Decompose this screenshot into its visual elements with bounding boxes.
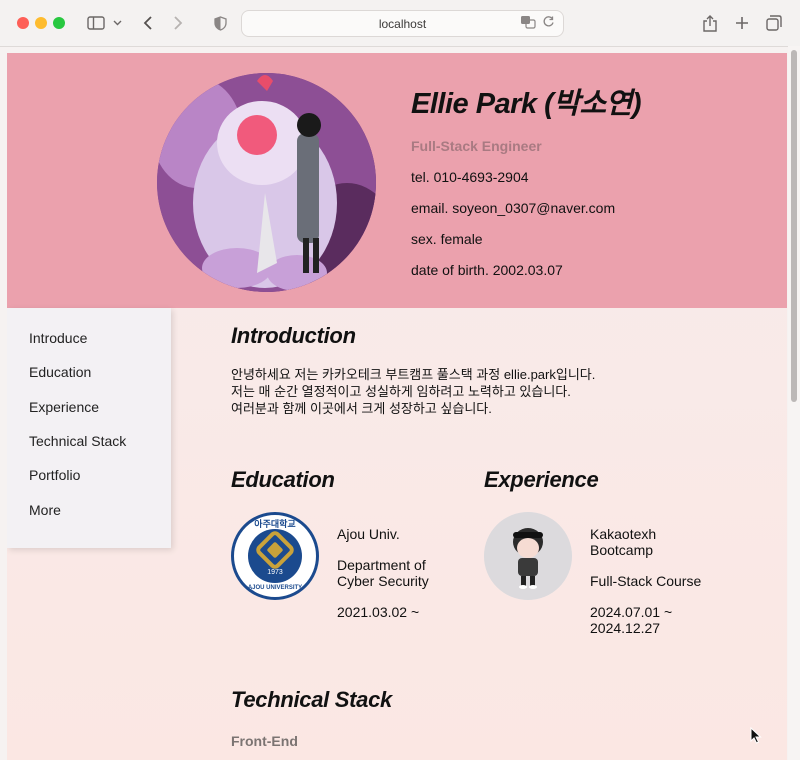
sidebar-toggle-icon[interactable] xyxy=(84,11,108,35)
education-date: 2021.03.02 ~ xyxy=(337,604,420,620)
profile-role: Full-Stack Engineer xyxy=(411,138,542,154)
reload-icon[interactable] xyxy=(542,15,555,32)
profile-photo xyxy=(157,73,376,292)
address-bar[interactable]: localhost xyxy=(241,10,564,37)
tab-overview-icon[interactable] xyxy=(764,11,784,35)
experience-org-line2: Bootcamp xyxy=(590,542,654,558)
nav-item-more[interactable]: More xyxy=(29,502,61,518)
logo-top-text: 아주대학교 xyxy=(254,519,296,529)
introduction-text: 안녕하세요 저는 카카오테크 부트캠프 풀스택 과정 ellie.park입니다… xyxy=(231,366,651,417)
chevron-down-icon[interactable] xyxy=(110,11,124,35)
nav-item-technical-stack[interactable]: Technical Stack xyxy=(29,433,126,449)
experience-date-line1: 2024.07.01 ~ xyxy=(590,604,673,620)
profile-email: email. soyeon_0307@naver.com xyxy=(411,200,616,216)
close-window-button[interactable] xyxy=(17,17,29,29)
intro-line: 저는 매 순간 열정적이고 성실하게 임하려고 노력하고 있습니다. xyxy=(231,384,571,399)
intro-line: 안녕하세요 저는 카카오테크 부트캠프 풀스택 과정 ellie.park입니다… xyxy=(231,367,596,382)
profile-sex: sex. female xyxy=(411,231,483,247)
forward-button[interactable] xyxy=(168,11,188,35)
logo-year: 1973 xyxy=(267,569,283,576)
minimize-window-button[interactable] xyxy=(35,17,47,29)
ajou-university-logo: 아주대학교 1973 AJOU UNIVERSITY xyxy=(231,512,319,600)
sidebar-nav: Introduce Education Experience Technical… xyxy=(7,308,171,548)
nav-item-portfolio[interactable]: Portfolio xyxy=(29,467,80,483)
share-icon[interactable] xyxy=(700,11,720,35)
profile-tel: tel. 010-4693-2904 xyxy=(411,169,529,185)
back-button[interactable] xyxy=(138,11,158,35)
url-text: localhost xyxy=(378,16,427,31)
nav-item-education[interactable]: Education xyxy=(29,364,91,380)
experience-date-line2: 2024.12.27 xyxy=(590,620,661,636)
nav-item-experience[interactable]: Experience xyxy=(29,399,99,415)
profile-birth: date of birth. 2002.03.07 xyxy=(411,262,563,278)
introduction-title: Introduction xyxy=(231,323,356,348)
profile-name: Ellie Park (박소연) xyxy=(411,88,642,120)
technical-stack-title: Technical Stack xyxy=(231,687,392,712)
scrollbar-thumb[interactable] xyxy=(791,50,797,402)
experience-course: Full-Stack Course xyxy=(590,573,702,589)
education-title: Education xyxy=(231,467,335,492)
education-dept-line2: Cyber Security xyxy=(337,573,429,589)
frontend-subheading: Front-End xyxy=(231,733,298,749)
experience-title: Experience xyxy=(484,467,599,492)
education-dept-line1: Department of xyxy=(337,557,426,573)
zoom-window-button[interactable] xyxy=(53,17,65,29)
new-tab-icon[interactable] xyxy=(732,11,752,35)
browser-toolbar: localhost xyxy=(0,0,800,47)
education-school: Ajou Univ. xyxy=(337,526,400,542)
translate-icon[interactable] xyxy=(520,15,536,32)
nav-item-introduce[interactable]: Introduce xyxy=(29,330,87,346)
intro-line: 여러분과 함께 이곳에서 크게 성장하고 싶습니다. xyxy=(231,401,492,416)
mouse-cursor-icon xyxy=(750,726,762,749)
privacy-shield-icon[interactable] xyxy=(211,11,229,35)
bootcamp-character-image xyxy=(484,512,572,600)
profile-header: Ellie Park (박소연) Full-Stack Engineer tel… xyxy=(7,53,787,308)
experience-org-line1: Kakaotexh xyxy=(590,526,657,542)
logo-ring-text: AJOU UNIVERSITY xyxy=(247,585,303,591)
page-viewport: Ellie Park (박소연) Full-Stack Engineer tel… xyxy=(7,53,787,760)
